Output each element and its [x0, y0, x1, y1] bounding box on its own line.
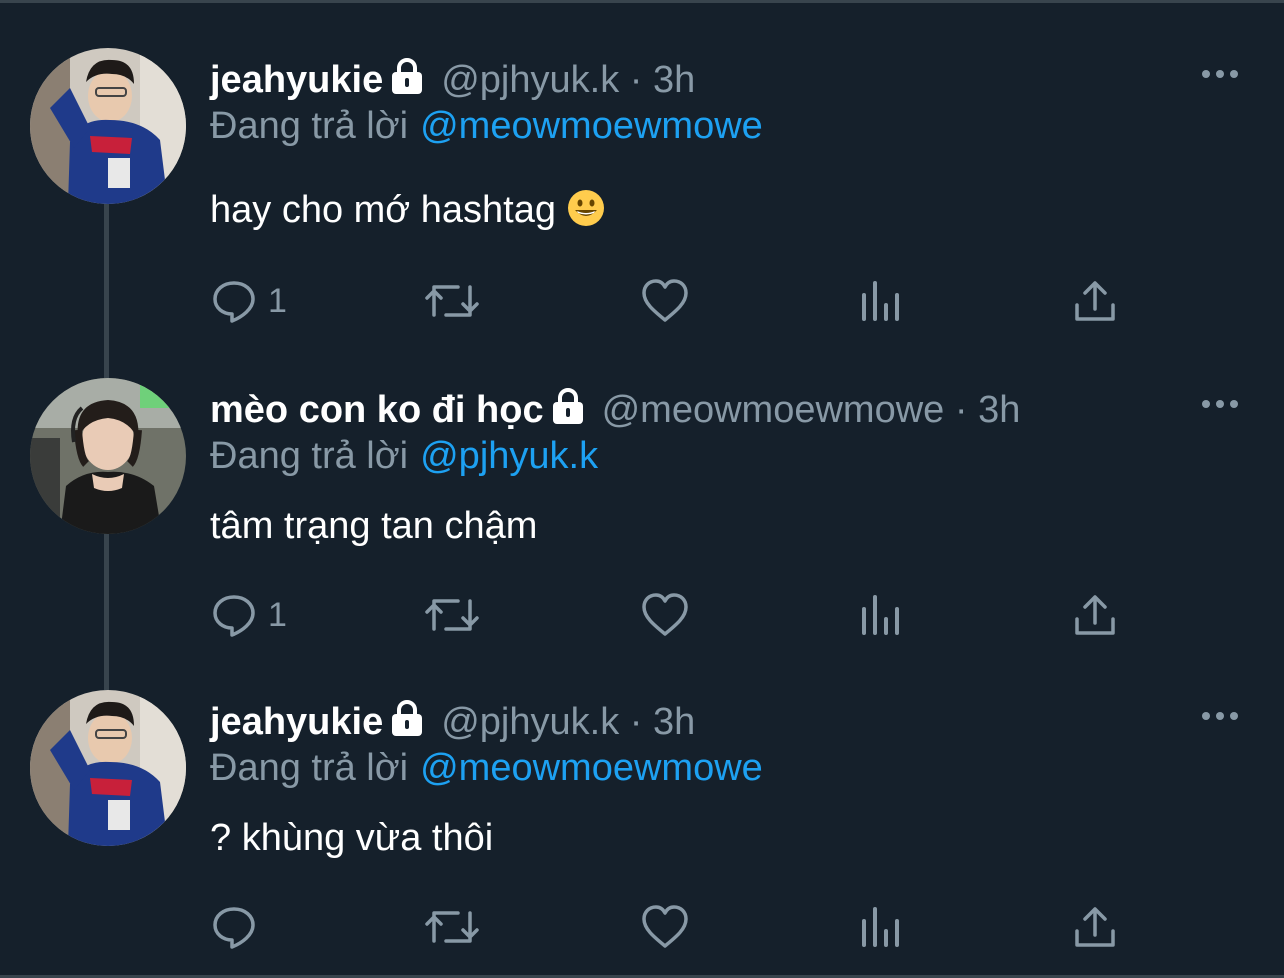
like-button[interactable] [640, 902, 690, 952]
retweet-icon [425, 599, 479, 631]
share-icon [1075, 281, 1115, 321]
tweet-text: ? khùng vừa thôi [210, 816, 493, 860]
reply-button[interactable] [210, 902, 268, 952]
replying-to: Đang trả lời @pjhyuk.k [210, 434, 598, 478]
tweet-time[interactable]: 3h [978, 389, 1020, 431]
reply-to-link[interactable]: @meowmoewmowe [420, 747, 763, 789]
lock-icon [387, 56, 427, 96]
retweet-icon [425, 911, 479, 943]
display-name[interactable]: mèo con ko đi học [210, 389, 544, 431]
tweet-text: hay cho mớ hashtag [210, 188, 606, 232]
display-name[interactable]: jeahyukie [210, 59, 383, 101]
reply-button[interactable]: 1 [210, 276, 287, 326]
share-icon [1075, 595, 1115, 635]
stats-icon [862, 281, 899, 321]
lock-icon [548, 386, 588, 426]
more-icon [1202, 70, 1238, 78]
reply-icon [213, 907, 255, 949]
share-button[interactable] [1072, 276, 1118, 326]
avatar[interactable] [30, 690, 186, 846]
reply-to-link[interactable]: @meowmoewmowe [420, 105, 763, 147]
tweet-text-content: tâm trạng tan chậm [210, 505, 538, 547]
tweet-header: jeahyukie @pjhyuk.k · 3h [210, 698, 695, 743]
reply-count: 1 [268, 596, 287, 634]
reply-icon [213, 595, 255, 637]
reply-prefix: Đang trả lời [210, 435, 409, 477]
like-icon [642, 279, 688, 322]
retweet-button[interactable] [424, 276, 480, 326]
analytics-button[interactable] [858, 276, 902, 326]
user-handle[interactable]: @meowmoewmowe [602, 389, 945, 431]
tweet-header: mèo con ko đi học @meowmoewmowe · 3h [210, 386, 1020, 431]
tweet-text-content: hay cho mớ hashtag [210, 189, 557, 231]
retweet-button[interactable] [424, 902, 480, 952]
display-name[interactable]: jeahyukie [210, 701, 383, 743]
replying-to: Đang trả lời @meowmoewmowe [210, 746, 763, 790]
tweet-actions: 1 [210, 590, 1210, 640]
like-icon [642, 593, 688, 636]
more-options-button[interactable] [1196, 392, 1244, 416]
separator-dot: · [629, 701, 643, 743]
tweet-header: jeahyukie @pjhyuk.k · 3h [210, 56, 695, 101]
reply-count: 1 [268, 282, 287, 320]
stats-icon [862, 907, 899, 947]
share-button[interactable] [1072, 902, 1118, 952]
share-icon [1075, 907, 1115, 947]
separator-dot: · [954, 389, 968, 431]
reply-icon [213, 281, 255, 323]
like-icon [642, 905, 688, 948]
more-options-button[interactable] [1196, 62, 1244, 86]
replying-to: Đang trả lời @meowmoewmowe [210, 104, 763, 148]
analytics-button[interactable] [858, 902, 902, 952]
top-divider [0, 0, 1284, 3]
user-handle[interactable]: @pjhyuk.k [441, 701, 619, 743]
reply-button[interactable]: 1 [210, 590, 287, 640]
share-button[interactable] [1072, 590, 1118, 640]
tweet[interactable]: jeahyukie @pjhyuk.k · 3h Đang trả lời @meo… [0, 690, 1284, 978]
tweet[interactable]: jeahyukie @pjhyuk.k · 3h Đang trả lời @meo… [0, 48, 1284, 360]
lock-icon [387, 698, 427, 738]
separator-dot: · [629, 59, 643, 101]
avatar[interactable] [30, 48, 186, 204]
grinning-face-icon [566, 188, 606, 228]
retweet-icon [425, 285, 479, 317]
tweet-actions: 1 [210, 276, 1210, 326]
tweet[interactable]: mèo con ko đi học @meowmoewmowe · 3h Đang… [0, 378, 1284, 690]
tweet-time[interactable]: 3h [653, 701, 695, 743]
tweet-text: tâm trạng tan chậm [210, 504, 537, 548]
reply-prefix: Đang trả lời [210, 105, 409, 147]
reply-to-link[interactable]: @pjhyuk.k [420, 435, 598, 477]
retweet-button[interactable] [424, 590, 480, 640]
tweet-text-content: ? khùng vừa thôi [210, 817, 494, 859]
stats-icon [862, 595, 899, 635]
analytics-button[interactable] [858, 590, 902, 640]
reply-prefix: Đang trả lời [210, 747, 409, 789]
like-button[interactable] [640, 590, 690, 640]
user-handle[interactable]: @pjhyuk.k [441, 59, 619, 101]
more-icon [1202, 400, 1238, 408]
avatar[interactable] [30, 378, 186, 534]
like-button[interactable] [640, 276, 690, 326]
tweet-time[interactable]: 3h [653, 59, 695, 101]
more-options-button[interactable] [1196, 704, 1244, 728]
more-icon [1202, 712, 1238, 720]
tweet-actions [210, 902, 1210, 952]
